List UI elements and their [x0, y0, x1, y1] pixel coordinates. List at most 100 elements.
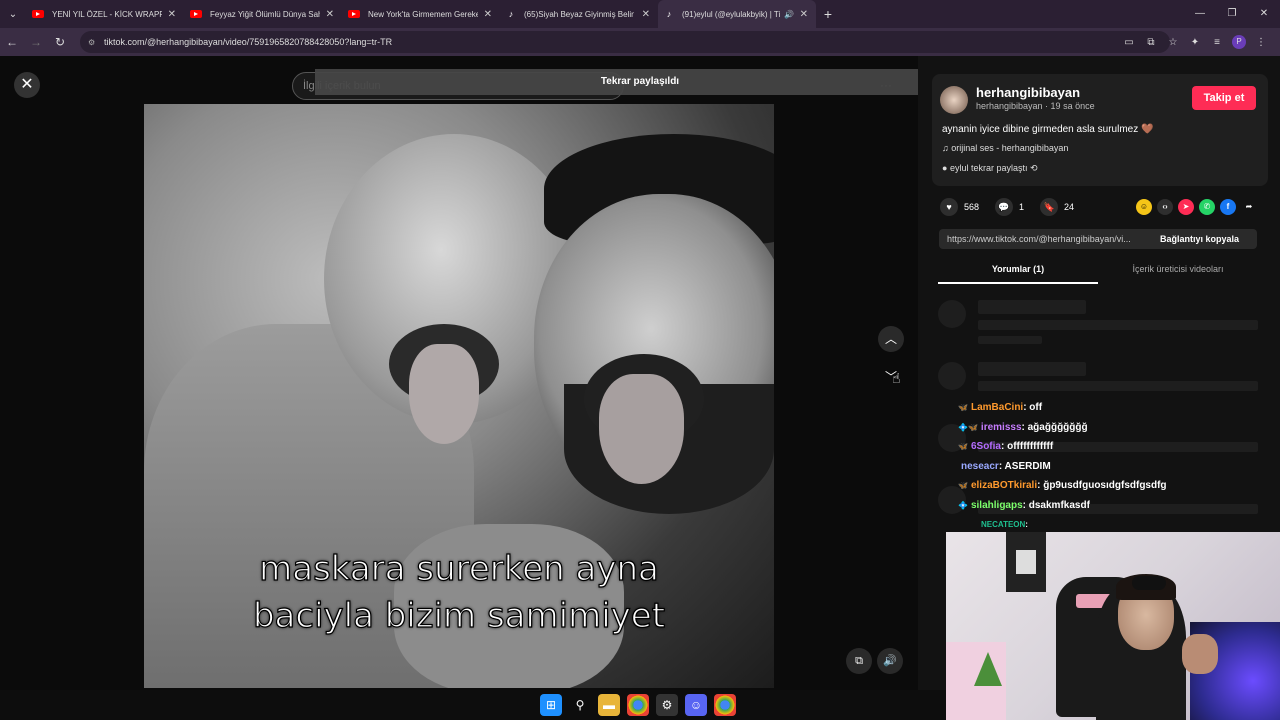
chat-message: 🦋 6Sofia : offffffffffff	[958, 437, 1218, 457]
chat-username: NECATEON	[981, 520, 1026, 530]
minimize-icon[interactable]: —	[1184, 0, 1216, 28]
chat-text: : offffffffffff	[1000, 441, 1054, 453]
chat-text: : ağağğğğğğğ	[1021, 421, 1088, 433]
bookmark-icon[interactable]: 🔖	[1040, 198, 1059, 216]
share-icons: ☺ ‹› ➤ ✆ f ➦	[1136, 199, 1262, 215]
tab-title: New York'ta Girmemem Gereke	[368, 9, 478, 19]
send-icon[interactable]: ➤	[1178, 199, 1194, 215]
video-player[interactable]: maskara surerken ayna baciyla bizim sami…	[144, 104, 774, 688]
chat-text: : ASERDIM	[998, 460, 1051, 472]
copy-link-button[interactable]: Bağlantıyı kopyala	[1160, 234, 1239, 244]
windows-start-icon[interactable]: ⊞	[540, 694, 562, 716]
forward-icon[interactable]: →	[24, 35, 48, 49]
restore-icon[interactable]: ❐	[1216, 0, 1248, 28]
embed-icon[interactable]: ‹›	[1157, 199, 1173, 215]
skeleton-line	[978, 362, 1086, 376]
tab-close-icon[interactable]: ✕	[168, 9, 176, 20]
extensions-icon[interactable]: ✦	[1184, 37, 1206, 48]
close-viewer-button[interactable]: ✕	[14, 72, 40, 98]
follow-button[interactable]: Takip et	[1192, 86, 1256, 110]
like-count: 568	[964, 202, 980, 212]
sound-link[interactable]: ♫ orijinal ses - herhangibibayan	[942, 143, 1068, 153]
video-caption-line-1: maskara surerken ayna	[259, 548, 660, 589]
volume-button[interactable]: 🔊	[877, 648, 903, 674]
streamer-webcam	[946, 532, 1280, 720]
tab-close-icon[interactable]: ✕	[642, 9, 650, 20]
wall-poster	[1006, 532, 1046, 592]
music-note-icon: ♫	[942, 143, 952, 153]
active-tab-underline	[938, 282, 1098, 284]
repost-icon: ⟲	[1027, 163, 1038, 173]
pip-button[interactable]: ⧉	[846, 648, 872, 674]
chat-username: 6Sofia	[970, 441, 1001, 453]
chrome-icon[interactable]	[714, 694, 736, 716]
reading-list-icon[interactable]: ≡	[1206, 37, 1228, 48]
browser-tab[interactable]: YENİ YIL ÖZEL - KİCK WRAPPED ✕	[26, 0, 184, 28]
browser-tab[interactable]: ♪ (65)Siyah Beyaz Giyinmiş Belin ✕	[500, 0, 658, 28]
tab-comments[interactable]: Yorumlar (1)	[938, 264, 1098, 274]
chat-username: iremisss	[980, 421, 1022, 433]
repost-avatar-icon: ●	[942, 163, 950, 173]
browser-tab-active[interactable]: ♪ (91)eylul (@eylulakbyik) | Ti 🔊 ✕	[658, 0, 816, 28]
cast-icon[interactable]: ▭	[1118, 37, 1140, 48]
skeleton-line	[978, 320, 1258, 330]
profile-avatar[interactable]: P	[1232, 35, 1246, 49]
whatsapp-icon[interactable]: ✆	[1199, 199, 1215, 215]
address-bar-row: ← → ↻ ⚙ tiktok.com/@herhangibibayan/vide…	[0, 28, 1280, 56]
back-icon[interactable]: ←	[0, 35, 24, 49]
url-field[interactable]: ⚙ tiktok.com/@herhangibibayan/video/7591…	[80, 31, 1170, 53]
youtube-icon	[32, 10, 44, 18]
chrome-icon[interactable]	[627, 694, 649, 716]
mouse-cursor-icon: ☝	[892, 370, 901, 386]
new-tab-button[interactable]: +	[816, 6, 840, 22]
engagement-stats: ♥ 568 💬 1 🔖 24	[940, 198, 1090, 216]
author-subline: herhangibibayan · 19 sa önce	[976, 101, 1095, 111]
chat-message: neseacr : ASERDIM	[958, 457, 1218, 477]
tab-title: Feyyaz Yiğit Ölümlü Dünya Sah	[210, 9, 320, 19]
video-link[interactable]: https://www.tiktok.com/@herhangibibayan/…	[947, 234, 1153, 244]
site-info-icon[interactable]: ⚙	[88, 38, 95, 47]
discord-icon[interactable]: ☺	[685, 694, 707, 716]
video-figure	[409, 344, 479, 444]
tab-title: (65)Siyah Beyaz Giyinmiş Belin	[524, 9, 634, 19]
speaker-icon[interactable]: 🔊	[784, 10, 794, 19]
tab-close-icon[interactable]: ✕	[484, 9, 492, 20]
reload-icon[interactable]: ↻	[48, 35, 72, 49]
stream-chat-overlay: 🦋 LamBaCini : off 💠🦋 iremisss : ağağğğğğ…	[958, 398, 1218, 535]
tiktok-icon: ♪	[666, 9, 672, 19]
browser-tab[interactable]: Feyyaz Yiğit Ölümlü Dünya Sah ✕	[184, 0, 342, 28]
window-controls: — ❐ ✕	[1184, 0, 1280, 28]
repost-toast: Tekrar paylaşıldı	[315, 69, 965, 95]
file-explorer-icon[interactable]: ▬	[598, 694, 620, 716]
tab-creator-videos[interactable]: İçerik üreticisi videoları	[1098, 264, 1258, 274]
chat-badge: 🦋	[958, 481, 968, 491]
author-username[interactable]: herhangibibayan	[976, 85, 1080, 100]
author-avatar[interactable]	[940, 86, 968, 114]
chat-message: 💠 silahligaps : dsakmfkasdf	[958, 496, 1218, 516]
previous-video-button[interactable]: ︿	[878, 326, 904, 352]
close-window-icon[interactable]: ✕	[1248, 0, 1280, 28]
gear-icon[interactable]: ⚙	[656, 694, 678, 716]
translate-icon[interactable]: ⧉	[1140, 37, 1162, 48]
headset	[1132, 576, 1166, 590]
comment-icon[interactable]: 💬	[995, 198, 1014, 216]
facebook-icon[interactable]: f	[1220, 199, 1236, 215]
browser-tab[interactable]: New York'ta Girmemem Gereke ✕	[342, 0, 500, 28]
search-icon[interactable]: ⚲	[569, 694, 591, 716]
coin-icon[interactable]: ☺	[1136, 199, 1152, 215]
menu-dots-icon[interactable]: ⋮	[1250, 37, 1272, 48]
like-heart-icon[interactable]: ♥	[940, 198, 958, 216]
tab-search-icon[interactable]: ⌄	[0, 0, 26, 28]
taskbar	[0, 690, 946, 720]
bookmark-star-icon[interactable]: ☆	[1162, 37, 1184, 48]
comment-count: 1	[1019, 202, 1025, 212]
chat-text: :	[1025, 520, 1028, 530]
sound-label: orijinal ses - herhangibibayan	[951, 143, 1069, 153]
tab-close-icon[interactable]: ✕	[326, 9, 334, 20]
chat-username: silahligaps	[970, 499, 1023, 511]
youtube-icon	[190, 10, 202, 18]
skeleton-line	[978, 336, 1042, 344]
url-text: tiktok.com/@herhangibibayan/video/759196…	[104, 37, 393, 47]
tab-close-icon[interactable]: ✕	[800, 9, 808, 20]
share-arrow-icon[interactable]: ➦	[1241, 199, 1257, 215]
